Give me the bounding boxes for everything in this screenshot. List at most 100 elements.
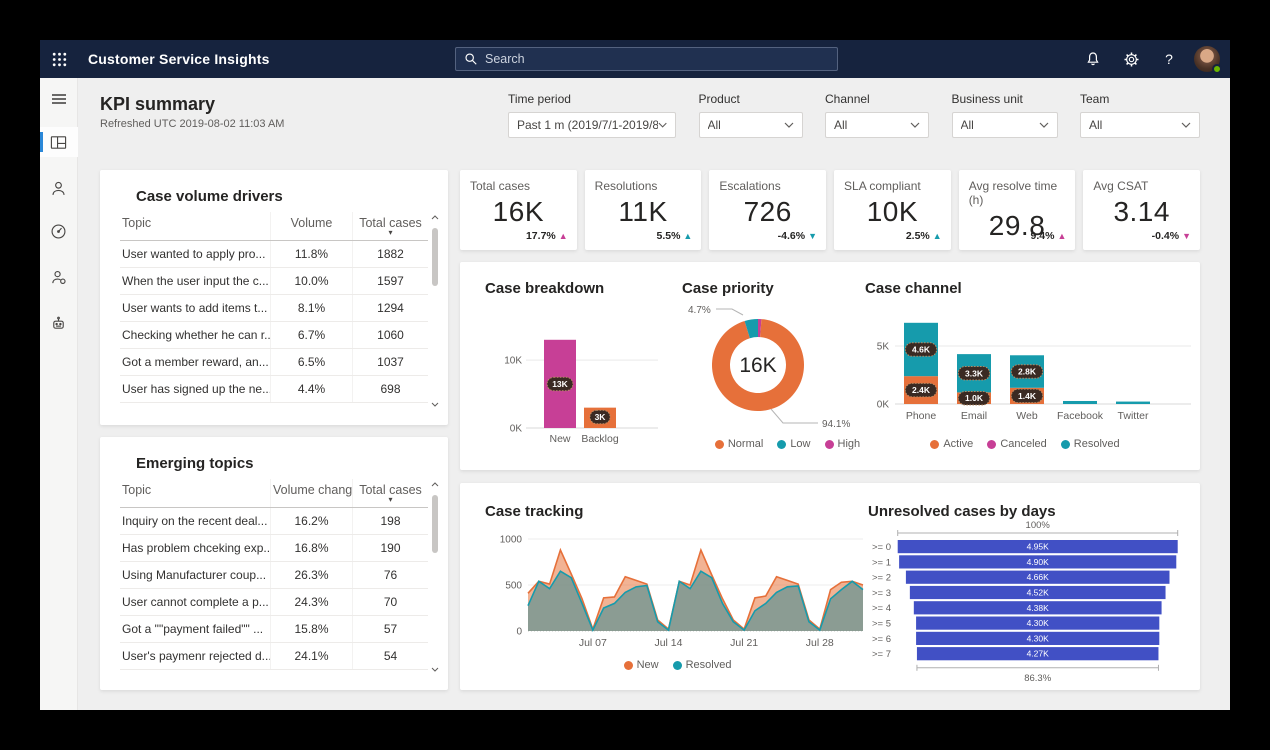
value-cell: 1882 xyxy=(352,241,428,267)
svg-text:>= 4: >= 4 xyxy=(872,603,891,614)
column-header[interactable]: Total cases▾ xyxy=(352,212,428,240)
filter-value: All xyxy=(834,118,847,132)
filter-dropdown-business-unit[interactable]: All xyxy=(952,112,1058,138)
column-header[interactable]: Topic xyxy=(120,479,270,507)
table-row[interactable]: User cannot complete a p...24.3%70 xyxy=(120,589,428,616)
kpi-card[interactable]: Avg CSAT3.14-0.4%▼ xyxy=(1083,170,1200,250)
table-row[interactable]: Got a member reward, an...6.5%1037 xyxy=(120,349,428,376)
scroll-up-icon[interactable] xyxy=(430,212,440,222)
legend-item-canceled[interactable]: Canceled xyxy=(987,438,1046,450)
filter-dropdown-channel[interactable]: All xyxy=(825,112,929,138)
notification-bell-icon[interactable] xyxy=(1074,40,1112,78)
legend-item-normal[interactable]: Normal xyxy=(715,438,763,450)
kpi-delta: -0.4%▼ xyxy=(1152,230,1191,242)
kpi-label: Resolutions xyxy=(595,179,692,193)
column-header[interactable]: Topic xyxy=(120,212,270,240)
sidebar-menu-toggle[interactable] xyxy=(40,84,78,114)
waffle-menu-icon[interactable] xyxy=(40,40,78,78)
topic-cell: Checking whether he can r... xyxy=(120,322,270,348)
scroll-up-icon[interactable] xyxy=(430,479,440,489)
scrollbar-thumb[interactable] xyxy=(432,228,438,286)
kpi-card[interactable]: Resolutions11K5.5%▲ xyxy=(585,170,702,250)
kpi-delta: 2.5%▲ xyxy=(906,230,942,242)
card-title: Emerging topics xyxy=(136,455,254,472)
value-cell: 6.5% xyxy=(270,349,352,375)
help-icon[interactable]: ? xyxy=(1150,40,1188,78)
table-row[interactable]: User's paymenr rejected d...24.1%54 xyxy=(120,643,428,670)
svg-text:Jul 28: Jul 28 xyxy=(806,637,834,649)
svg-text:86.3%: 86.3% xyxy=(1024,673,1051,684)
kpi-label: SLA compliant xyxy=(844,179,941,193)
sidebar-item-agents[interactable] xyxy=(40,262,78,292)
legend-dot xyxy=(777,440,786,449)
legend-item-resolved[interactable]: Resolved xyxy=(1061,438,1120,450)
filter-product: ProductAll xyxy=(699,92,803,138)
avatar[interactable] xyxy=(1194,46,1220,72)
app-window: Customer Service Insights Search xyxy=(40,40,1230,710)
column-header[interactable]: Volume change xyxy=(270,479,352,507)
kpi-card[interactable]: Escalations726-4.6%▼ xyxy=(709,170,826,250)
chart-title: Case channel xyxy=(865,280,962,297)
column-header[interactable]: Total cases▾ xyxy=(352,479,428,507)
sidebar xyxy=(40,78,78,710)
kpi-delta: 17.7%▲ xyxy=(526,230,568,242)
topic-cell: User wants to add items t... xyxy=(120,295,270,321)
table-row[interactable]: User wants to add items t...8.1%1294 xyxy=(120,295,428,322)
kpi-label: Escalations xyxy=(719,179,816,193)
table-row[interactable]: When the user input the c...10.0%1597 xyxy=(120,268,428,295)
value-cell: 6.7% xyxy=(270,322,352,348)
kpi-card[interactable]: SLA compliant10K2.5%▲ xyxy=(834,170,951,250)
sort-desc-icon: ▾ xyxy=(355,497,426,505)
legend-dot xyxy=(825,440,834,449)
sidebar-item-dashboard[interactable] xyxy=(40,127,78,157)
kpi-card[interactable]: Avg resolve time (h)29.89.4%▲ xyxy=(959,170,1076,250)
table-row[interactable]: Checking whether he can r...6.7%1060 xyxy=(120,322,428,349)
sidebar-item-customers[interactable] xyxy=(40,173,78,203)
kpi-label: Avg CSAT xyxy=(1093,179,1190,193)
column-header[interactable]: Volume xyxy=(270,212,352,240)
scroll-down-icon[interactable] xyxy=(430,399,440,409)
value-cell: 57 xyxy=(352,616,428,642)
filter-business-unit: Business unitAll xyxy=(952,92,1058,138)
sort-desc-icon: ▾ xyxy=(355,230,426,238)
sidebar-item-metrics[interactable] xyxy=(40,216,78,246)
unresolved-cases-funnel[interactable]: 100%4.95K>= 04.90K>= 14.66K>= 24.52K>= 3… xyxy=(855,519,1195,687)
case-breakdown-chart[interactable]: 0K10KNewBacklog13K3K xyxy=(478,304,663,456)
filter-dropdown-time-period[interactable]: Past 1 m (2019/7/1-2019/8... xyxy=(508,112,676,138)
case-tracking-chart[interactable]: 05001000Jul 07Jul 14Jul 21Jul 28 xyxy=(480,527,875,657)
sidebar-item-bot[interactable] xyxy=(40,308,78,338)
case-channel-chart[interactable]: 0K5KPhoneEmailWebFacebookTwitter4.6K2.4K… xyxy=(855,300,1195,432)
legend-item-resolved[interactable]: Resolved xyxy=(673,659,732,671)
topic-cell: User cannot complete a p... xyxy=(120,589,270,615)
legend-dot xyxy=(673,661,682,670)
scroll-down-icon[interactable] xyxy=(430,664,440,674)
filter-dropdown-product[interactable]: All xyxy=(699,112,803,138)
settings-gear-icon[interactable] xyxy=(1112,40,1150,78)
table-row[interactable]: Has problem chceking exp...16.8%190 xyxy=(120,535,428,562)
case-volume-drivers-table: TopicVolumeTotal cases▾User wanted to ap… xyxy=(120,212,428,403)
table-scrollbar[interactable] xyxy=(430,212,440,409)
waffle-grid-icon xyxy=(52,52,67,67)
svg-text:>= 5: >= 5 xyxy=(872,619,891,630)
scrollbar-thumb[interactable] xyxy=(432,495,438,553)
table-row[interactable]: User has signed up the ne...4.4%698 xyxy=(120,376,428,403)
filter-label: Team xyxy=(1080,92,1200,106)
kpi-card[interactable]: Total cases16K17.7%▲ xyxy=(460,170,577,250)
legend-item-new[interactable]: New xyxy=(624,659,659,671)
table-row[interactable]: Inquiry on the recent deal...16.2%198 xyxy=(120,508,428,535)
table-row[interactable]: Got a ""payment failed"" ...15.8%57 xyxy=(120,616,428,643)
legend-label: Resolved xyxy=(686,659,732,671)
emerging-topics-card: Emerging topics TopicVolume changeTotal … xyxy=(100,437,448,690)
svg-text:>= 7: >= 7 xyxy=(872,649,891,660)
legend-item-active[interactable]: Active xyxy=(930,438,973,450)
table-row[interactable]: User wanted to apply pro...11.8%1882 xyxy=(120,241,428,268)
table-row[interactable]: Using Manufacturer coup...26.3%76 xyxy=(120,562,428,589)
value-cell: 698 xyxy=(352,376,428,402)
search-input[interactable]: Search xyxy=(455,47,838,71)
filters-row: Time periodPast 1 m (2019/7/1-2019/8...P… xyxy=(508,92,1200,138)
table-scrollbar[interactable] xyxy=(430,479,440,674)
legend-item-low[interactable]: Low xyxy=(777,438,810,450)
value-cell: 190 xyxy=(352,535,428,561)
trend-up-icon: ▲ xyxy=(933,231,942,241)
filter-dropdown-team[interactable]: All xyxy=(1080,112,1200,138)
